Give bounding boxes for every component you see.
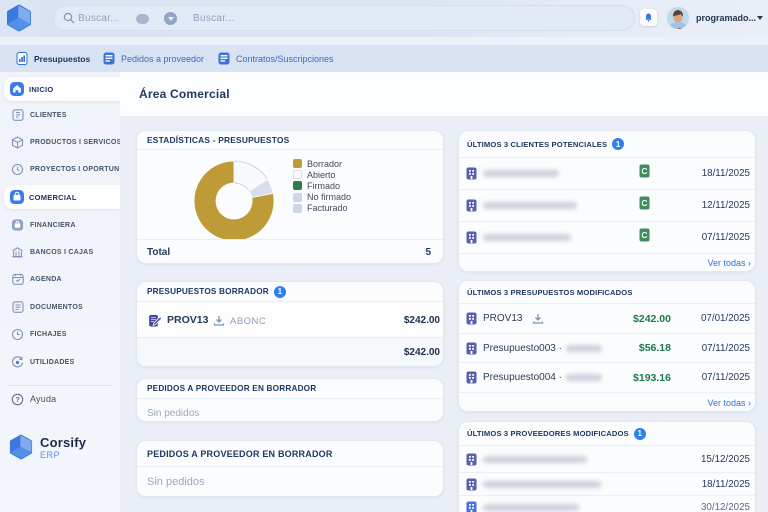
svg-text:C: C (641, 166, 647, 176)
svg-text:?: ? (15, 395, 20, 404)
svg-text:C: C (641, 230, 647, 240)
svg-text:C: C (641, 198, 647, 208)
